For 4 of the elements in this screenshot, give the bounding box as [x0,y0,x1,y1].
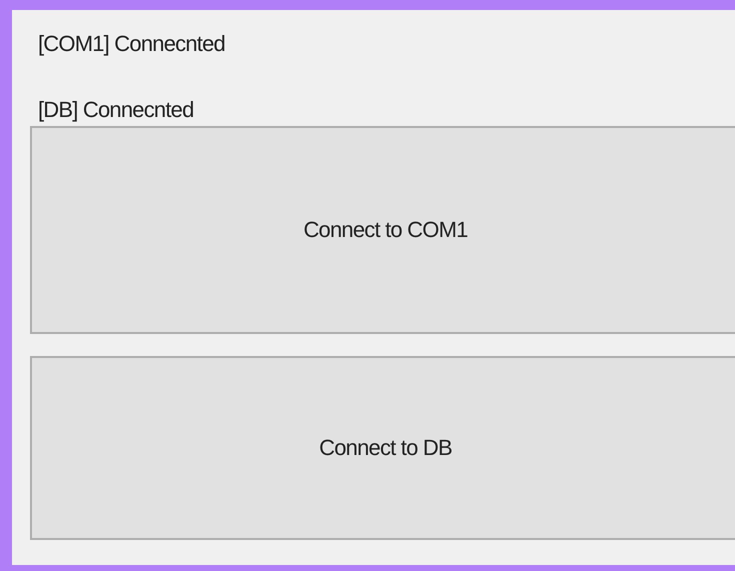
status-label: [DB] Connecnted [38,96,195,124]
connect-button[interactable]: Connect to DB [30,356,735,540]
status-label: [COM1] Connecnted [38,30,226,58]
connect-button[interactable]: Connect to COM1 [30,126,735,334]
